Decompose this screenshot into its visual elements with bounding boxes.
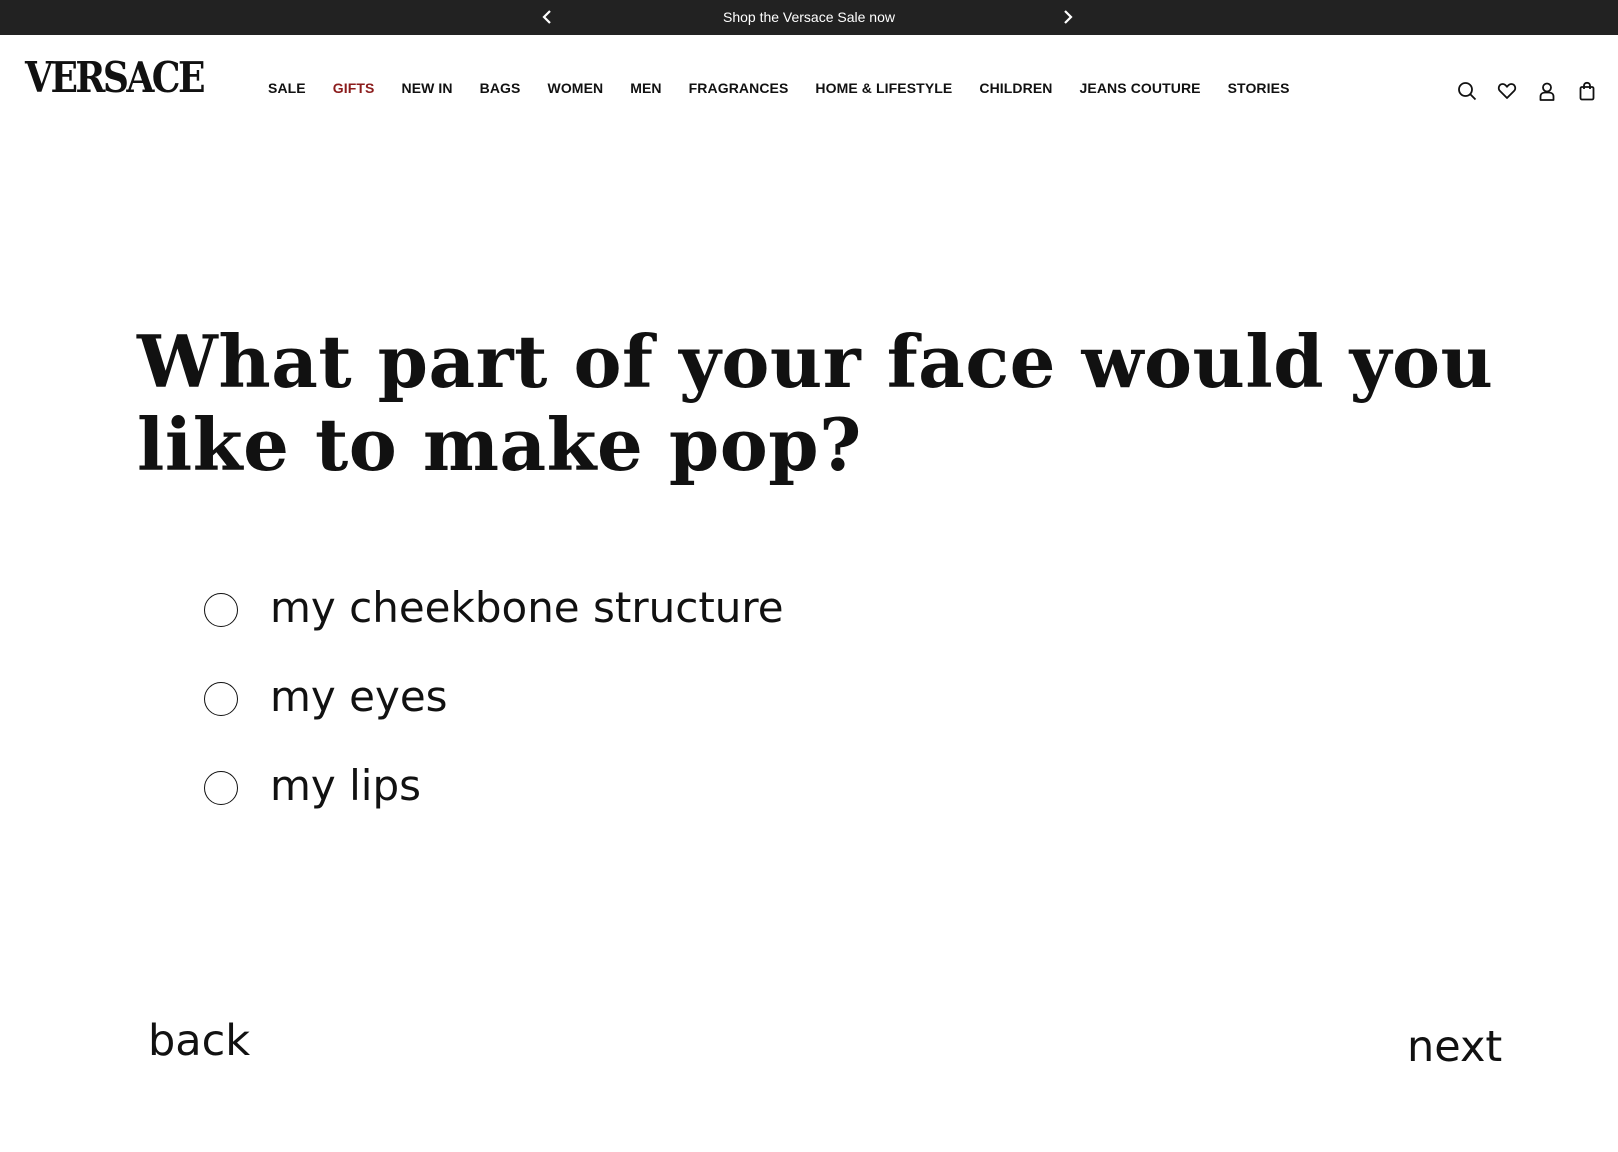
main-nav: SALE GIFTS NEW IN BAGS WOMEN MEN FRAGRAN…	[268, 80, 1317, 96]
site-header: VERSACE SALE GIFTS NEW IN BAGS WOMEN MEN…	[0, 35, 1618, 145]
option-label: my cheekbone structure	[270, 582, 784, 632]
option-label: my lips	[270, 760, 421, 810]
account-icon[interactable]	[1536, 80, 1558, 102]
nav-item-jeans-couture[interactable]: JEANS COUTURE	[1080, 80, 1201, 96]
nav-item-bags[interactable]: BAGS	[480, 80, 521, 96]
shopping-bag-icon[interactable]	[1576, 80, 1598, 102]
radio-button[interactable]	[204, 592, 238, 627]
nav-item-home-lifestyle[interactable]: HOME & LIFESTYLE	[815, 80, 952, 96]
nav-item-children[interactable]: CHILDREN	[979, 80, 1052, 96]
answer-options: my cheekbone structure my eyes my lips	[204, 565, 784, 832]
nav-item-stories[interactable]: STORIES	[1228, 80, 1290, 96]
option-eyes[interactable]: my eyes	[204, 654, 784, 743]
nav-item-gifts[interactable]: GIFTS	[333, 80, 375, 96]
option-lips[interactable]: my lips	[204, 743, 784, 832]
back-button[interactable]: back	[148, 1016, 250, 1066]
quiz-question: What part of your face would you like to…	[137, 319, 1494, 487]
search-icon[interactable]	[1456, 80, 1478, 102]
nav-item-new-in[interactable]: NEW IN	[401, 80, 452, 96]
next-button[interactable]: next	[1407, 1022, 1502, 1072]
nav-item-men[interactable]: MEN	[630, 80, 661, 96]
promo-bar: Shop the Versace Sale now	[0, 0, 1618, 35]
nav-item-fragrances[interactable]: FRAGRANCES	[689, 80, 789, 96]
nav-item-women[interactable]: WOMEN	[548, 80, 604, 96]
chevron-right-icon[interactable]	[1058, 7, 1078, 27]
nav-item-sale[interactable]: SALE	[268, 80, 306, 96]
versace-logo[interactable]: VERSACE	[25, 57, 205, 99]
option-label: my eyes	[270, 671, 448, 721]
radio-button[interactable]	[204, 681, 238, 716]
promo-text[interactable]: Shop the Versace Sale now	[0, 0, 1618, 35]
header-icons	[1438, 80, 1598, 102]
option-cheekbone-structure[interactable]: my cheekbone structure	[204, 565, 784, 654]
heart-icon[interactable]	[1496, 80, 1518, 102]
radio-button[interactable]	[204, 770, 238, 805]
